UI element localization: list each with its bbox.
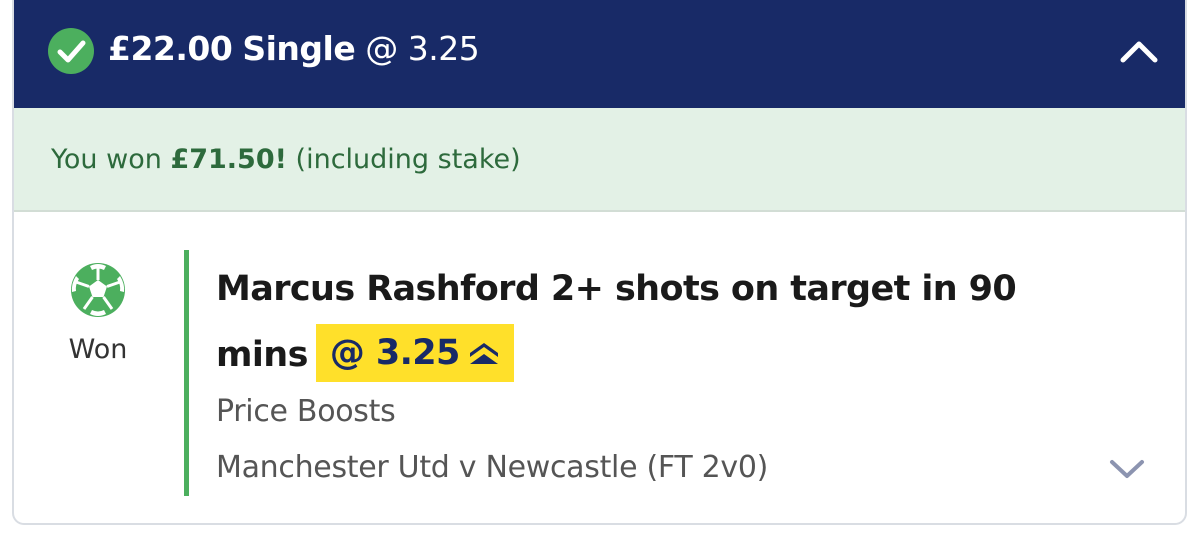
bet-odds: @ 3.25 (365, 29, 480, 68)
boosted-odds-badge: @ 3.25 (315, 324, 514, 382)
result-prefix: You won (51, 144, 162, 175)
result-suffix: (including stake) (295, 144, 521, 175)
check-circle-icon (48, 28, 94, 74)
selection-details: Won Marcus Rashford 2+ shots on target i… (14, 212, 1185, 523)
chevron-down-icon[interactable] (1107, 456, 1147, 482)
status-divider (184, 250, 189, 496)
stake-amount: £22.00 (108, 29, 233, 68)
winnings-amount: £71.50! (170, 144, 287, 175)
selection-status: Won (68, 334, 128, 365)
bet-card: £22.00 Single @ 3.25 You won £71.50! (in… (12, 0, 1187, 525)
result-banner: You won £71.50! (including stake) (14, 108, 1185, 212)
result-text: You won £71.50! (including stake) (51, 142, 521, 178)
football-icon (71, 263, 125, 317)
bet-summary: £22.00 Single @ 3.25 (108, 27, 480, 71)
market-name: Price Boosts (216, 394, 396, 429)
boosted-odds: @ 3.25 (329, 333, 461, 373)
bet-header[interactable]: £22.00 Single @ 3.25 (14, 0, 1185, 108)
price-boost-icon (469, 343, 498, 364)
chevron-up-icon[interactable] (1117, 34, 1161, 70)
event-name: Manchester Utd v Newcastle (FT 2v0) (216, 450, 769, 485)
selection-title: Marcus Rashford 2+ shots on target in 90… (216, 256, 1096, 388)
bet-type: Single (242, 29, 356, 68)
